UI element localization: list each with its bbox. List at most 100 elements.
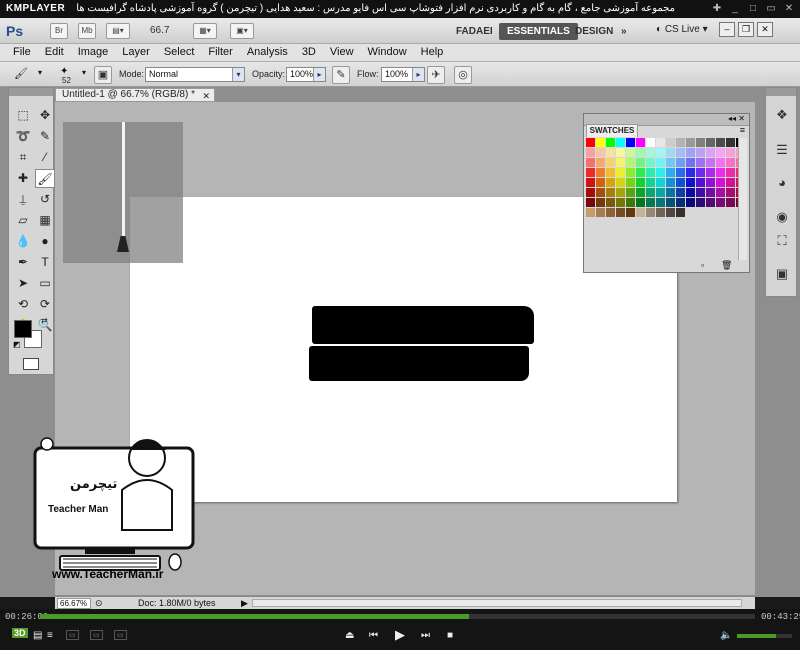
swatch-chip[interactable] bbox=[676, 168, 685, 177]
swatch-chip[interactable] bbox=[616, 168, 625, 177]
pen-tool-icon[interactable]: ✒ bbox=[13, 253, 33, 272]
volume-slider[interactable] bbox=[737, 634, 792, 638]
swatch-chip[interactable] bbox=[666, 138, 675, 147]
swatch-chip[interactable] bbox=[656, 158, 665, 167]
channels-panel-icon[interactable]: ⛶ bbox=[773, 232, 791, 250]
play-icon[interactable]: ▶ bbox=[395, 627, 405, 643]
workspace-fadaei[interactable]: FADAEI bbox=[448, 23, 501, 40]
app-close-icon[interactable]: ✕ bbox=[757, 22, 773, 37]
menu-icon[interactable]: ≡ bbox=[47, 630, 53, 641]
color-panel-icon[interactable]: ◕ bbox=[773, 174, 791, 192]
swatch-chip[interactable] bbox=[716, 168, 725, 177]
swatch-chip[interactable] bbox=[666, 188, 675, 197]
path-selection-tool-icon[interactable]: ➤ bbox=[13, 274, 33, 293]
swatch-chip[interactable] bbox=[706, 168, 715, 177]
swatch-chip[interactable] bbox=[616, 208, 625, 217]
swatch-chip[interactable] bbox=[656, 178, 665, 187]
adjustments-panel-icon[interactable]: ☰ bbox=[773, 141, 791, 159]
swatch-chip[interactable] bbox=[706, 178, 715, 187]
zoom-level[interactable]: 66.7 bbox=[150, 25, 169, 36]
swatch-grid[interactable] bbox=[586, 138, 745, 217]
swatch-chip[interactable] bbox=[696, 158, 705, 167]
menu-file[interactable]: File bbox=[6, 44, 38, 61]
swatch-chip[interactable] bbox=[686, 198, 695, 207]
swatch-chip[interactable] bbox=[586, 158, 595, 167]
swatch-chip[interactable] bbox=[696, 178, 705, 187]
brush-tool-preset-icon[interactable]: 🖌 bbox=[12, 66, 30, 84]
app-restore-icon[interactable]: ❐ bbox=[738, 22, 754, 37]
swatch-chip[interactable] bbox=[686, 158, 695, 167]
swatch-chip[interactable] bbox=[626, 208, 635, 217]
swatch-chip[interactable] bbox=[656, 198, 665, 207]
swatch-chip[interactable] bbox=[606, 198, 615, 207]
swatches-tab[interactable]: SWATCHES bbox=[586, 124, 638, 137]
opacity-pressure-icon[interactable]: ✎ bbox=[332, 66, 350, 84]
swatch-chip[interactable] bbox=[596, 138, 605, 147]
swatch-chip[interactable] bbox=[586, 148, 595, 157]
swatch-chip[interactable] bbox=[616, 158, 625, 167]
3d-rotate-tool-icon[interactable]: ⟲ bbox=[13, 295, 33, 314]
fullscreen-icon[interactable]: ▭ bbox=[764, 2, 778, 15]
swatch-chip[interactable] bbox=[666, 168, 675, 177]
blend-mode-select[interactable]: Normal ▾ bbox=[145, 67, 245, 82]
default-colors-icon[interactable]: ◩ bbox=[13, 340, 21, 349]
swatch-chip[interactable] bbox=[646, 208, 655, 217]
swatch-chip[interactable] bbox=[696, 138, 705, 147]
swatch-chip[interactable] bbox=[666, 198, 675, 207]
type-tool-icon[interactable]: T bbox=[35, 253, 55, 272]
swatch-chip[interactable] bbox=[586, 188, 595, 197]
menu-select[interactable]: Select bbox=[157, 44, 202, 61]
swatch-chip[interactable] bbox=[596, 148, 605, 157]
swatch-chip[interactable] bbox=[586, 208, 595, 217]
swatch-chip[interactable] bbox=[686, 178, 695, 187]
eject-icon[interactable]: ⏏ bbox=[345, 630, 354, 641]
swatch-chip[interactable] bbox=[606, 178, 615, 187]
panel-menu-icon[interactable]: ≡ bbox=[740, 125, 745, 135]
swatch-chip[interactable] bbox=[696, 188, 705, 197]
horizontal-scrollbar[interactable] bbox=[252, 599, 742, 607]
swatch-chip[interactable] bbox=[706, 188, 715, 197]
swatch-chip[interactable] bbox=[706, 158, 715, 167]
swatch-chip[interactable] bbox=[646, 138, 655, 147]
swatch-chip[interactable] bbox=[636, 208, 645, 217]
arrange-documents-button[interactable]: ▦▾ bbox=[193, 23, 217, 39]
swatch-chip[interactable] bbox=[656, 148, 665, 157]
delete-swatch-icon[interactable]: 🗑 bbox=[721, 260, 732, 271]
swatch-chip[interactable] bbox=[716, 178, 725, 187]
eyedropper-tool-icon[interactable]: ⁄ bbox=[35, 148, 55, 167]
swatch-chip[interactable] bbox=[606, 138, 615, 147]
workspace-essentials[interactable]: ESSENTIALS bbox=[499, 23, 578, 40]
3d-orbit-tool-icon[interactable]: ⟳ bbox=[35, 295, 55, 314]
new-swatch-icon[interactable]: ▫ bbox=[701, 260, 704, 270]
minimize-icon[interactable]: _ bbox=[728, 2, 742, 15]
swatch-chip[interactable] bbox=[646, 178, 655, 187]
swatch-chip[interactable] bbox=[606, 188, 615, 197]
brush-panel-toggle-icon[interactable]: ▣ bbox=[94, 66, 112, 84]
close-document-icon[interactable]: ✕ bbox=[202, 90, 210, 102]
status-options-icon[interactable]: ⊙ bbox=[95, 597, 103, 609]
brush-size[interactable]: 52 bbox=[62, 76, 71, 85]
opacity-slider-icon[interactable]: ▸ bbox=[313, 68, 325, 81]
swatch-chip[interactable] bbox=[676, 208, 685, 217]
document-tab[interactable]: Untitled-1 @ 66.7% (RGB/8) * ✕ bbox=[55, 88, 215, 102]
swatch-chip[interactable] bbox=[676, 188, 685, 197]
playlist-icon[interactable]: ▤ bbox=[33, 630, 42, 641]
menu-image[interactable]: Image bbox=[71, 44, 116, 61]
bridge-button[interactable]: Br bbox=[50, 23, 68, 39]
pin-icon[interactable]: ✚ bbox=[710, 2, 724, 15]
swatch-chip[interactable] bbox=[696, 198, 705, 207]
cs-live-menu[interactable]: ◐ CS Live ▾ bbox=[656, 24, 708, 35]
extras-menu-button[interactable]: ▤▾ bbox=[106, 23, 130, 39]
swatch-chip[interactable] bbox=[726, 138, 735, 147]
swatch-chip[interactable] bbox=[656, 138, 665, 147]
swatch-chip[interactable] bbox=[616, 178, 625, 187]
gradient-tool-icon[interactable]: ▦ bbox=[35, 211, 55, 230]
swatch-chip[interactable] bbox=[596, 178, 605, 187]
quick-selection-tool-icon[interactable]: ✎ bbox=[35, 127, 55, 146]
swatch-chip[interactable] bbox=[606, 158, 615, 167]
swatch-chip[interactable] bbox=[686, 148, 695, 157]
swatch-chip[interactable] bbox=[616, 188, 625, 197]
swatch-chip[interactable] bbox=[606, 208, 615, 217]
opacity-field[interactable]: 100% ▸ bbox=[286, 67, 326, 82]
swatch-chip[interactable] bbox=[586, 178, 595, 187]
